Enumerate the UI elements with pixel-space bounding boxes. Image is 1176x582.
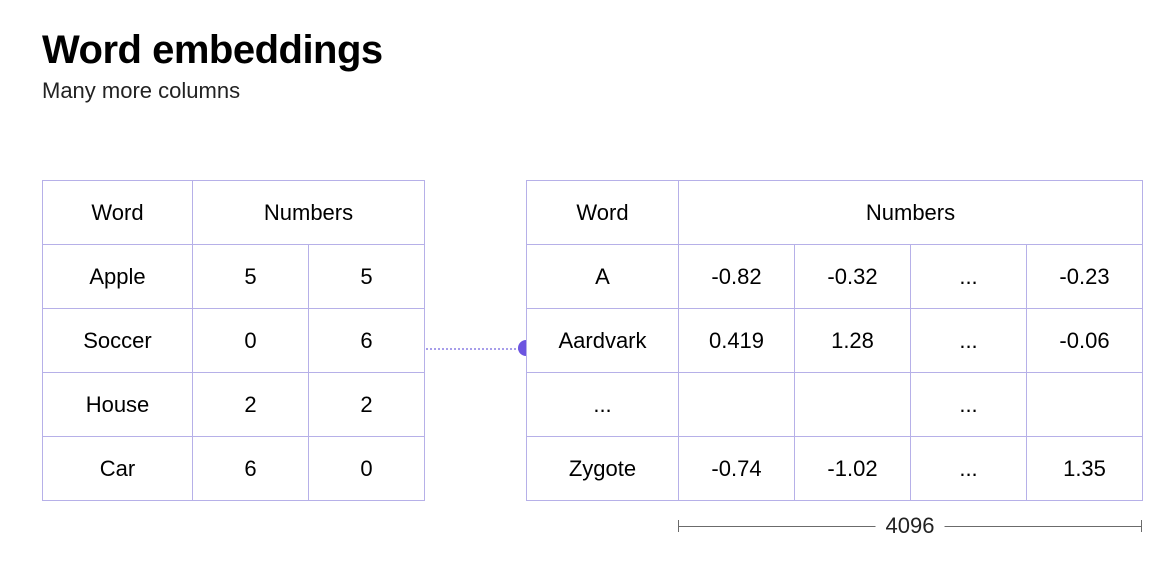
- value-cell: -0.23: [1027, 245, 1143, 309]
- value-cell: [1027, 373, 1143, 437]
- table-row: House 2 2: [43, 373, 425, 437]
- table-row: A -0.82 -0.32 ... -0.23: [527, 245, 1143, 309]
- page-subtitle: Many more columns: [42, 78, 383, 104]
- value-cell: 0: [193, 309, 309, 373]
- value-cell: [679, 373, 795, 437]
- value-cell: 2: [193, 373, 309, 437]
- value-cell: -0.74: [679, 437, 795, 501]
- dimension-indicator: 4096: [678, 520, 1142, 532]
- table-row: Apple 5 5: [43, 245, 425, 309]
- table-row: Aardvark 0.419 1.28 ... -0.06: [527, 309, 1143, 373]
- value-cell: 6: [309, 309, 425, 373]
- value-cell: 6: [193, 437, 309, 501]
- value-cell: -0.06: [1027, 309, 1143, 373]
- table-row: Zygote -0.74 -1.02 ... 1.35: [527, 437, 1143, 501]
- connector-line: [426, 348, 524, 350]
- left-embedding-table: Word Numbers Apple 5 5 Soccer 0 6 House …: [42, 180, 425, 501]
- word-cell: Soccer: [43, 309, 193, 373]
- value-cell: ...: [911, 245, 1027, 309]
- value-cell: -0.82: [679, 245, 795, 309]
- header: Word embeddings Many more columns: [42, 28, 383, 104]
- table-row: Soccer 0 6: [43, 309, 425, 373]
- value-cell: 1.28: [795, 309, 911, 373]
- word-cell: Car: [43, 437, 193, 501]
- col-header-word: Word: [43, 181, 193, 245]
- word-cell: House: [43, 373, 193, 437]
- value-cell: ...: [911, 373, 1027, 437]
- value-cell: -1.02: [795, 437, 911, 501]
- value-cell: 1.35: [1027, 437, 1143, 501]
- col-header-numbers: Numbers: [679, 181, 1143, 245]
- value-cell: 0: [309, 437, 425, 501]
- value-cell: 5: [309, 245, 425, 309]
- dimension-label: 4096: [876, 513, 945, 539]
- table-row: Car 6 0: [43, 437, 425, 501]
- table-row: ... ...: [527, 373, 1143, 437]
- value-cell: 0.419: [679, 309, 795, 373]
- word-cell: A: [527, 245, 679, 309]
- table-header-row: Word Numbers: [43, 181, 425, 245]
- value-cell: 5: [193, 245, 309, 309]
- value-cell: ...: [911, 437, 1027, 501]
- col-header-numbers: Numbers: [193, 181, 425, 245]
- word-cell: Apple: [43, 245, 193, 309]
- value-cell: [795, 373, 911, 437]
- value-cell: -0.32: [795, 245, 911, 309]
- value-cell: 2: [309, 373, 425, 437]
- col-header-word: Word: [527, 181, 679, 245]
- word-cell: Aardvark: [527, 309, 679, 373]
- word-cell: Zygote: [527, 437, 679, 501]
- value-cell: ...: [911, 309, 1027, 373]
- word-cell: ...: [527, 373, 679, 437]
- table-header-row: Word Numbers: [527, 181, 1143, 245]
- page-title: Word embeddings: [42, 28, 383, 72]
- right-embedding-table: Word Numbers A -0.82 -0.32 ... -0.23 Aar…: [526, 180, 1143, 501]
